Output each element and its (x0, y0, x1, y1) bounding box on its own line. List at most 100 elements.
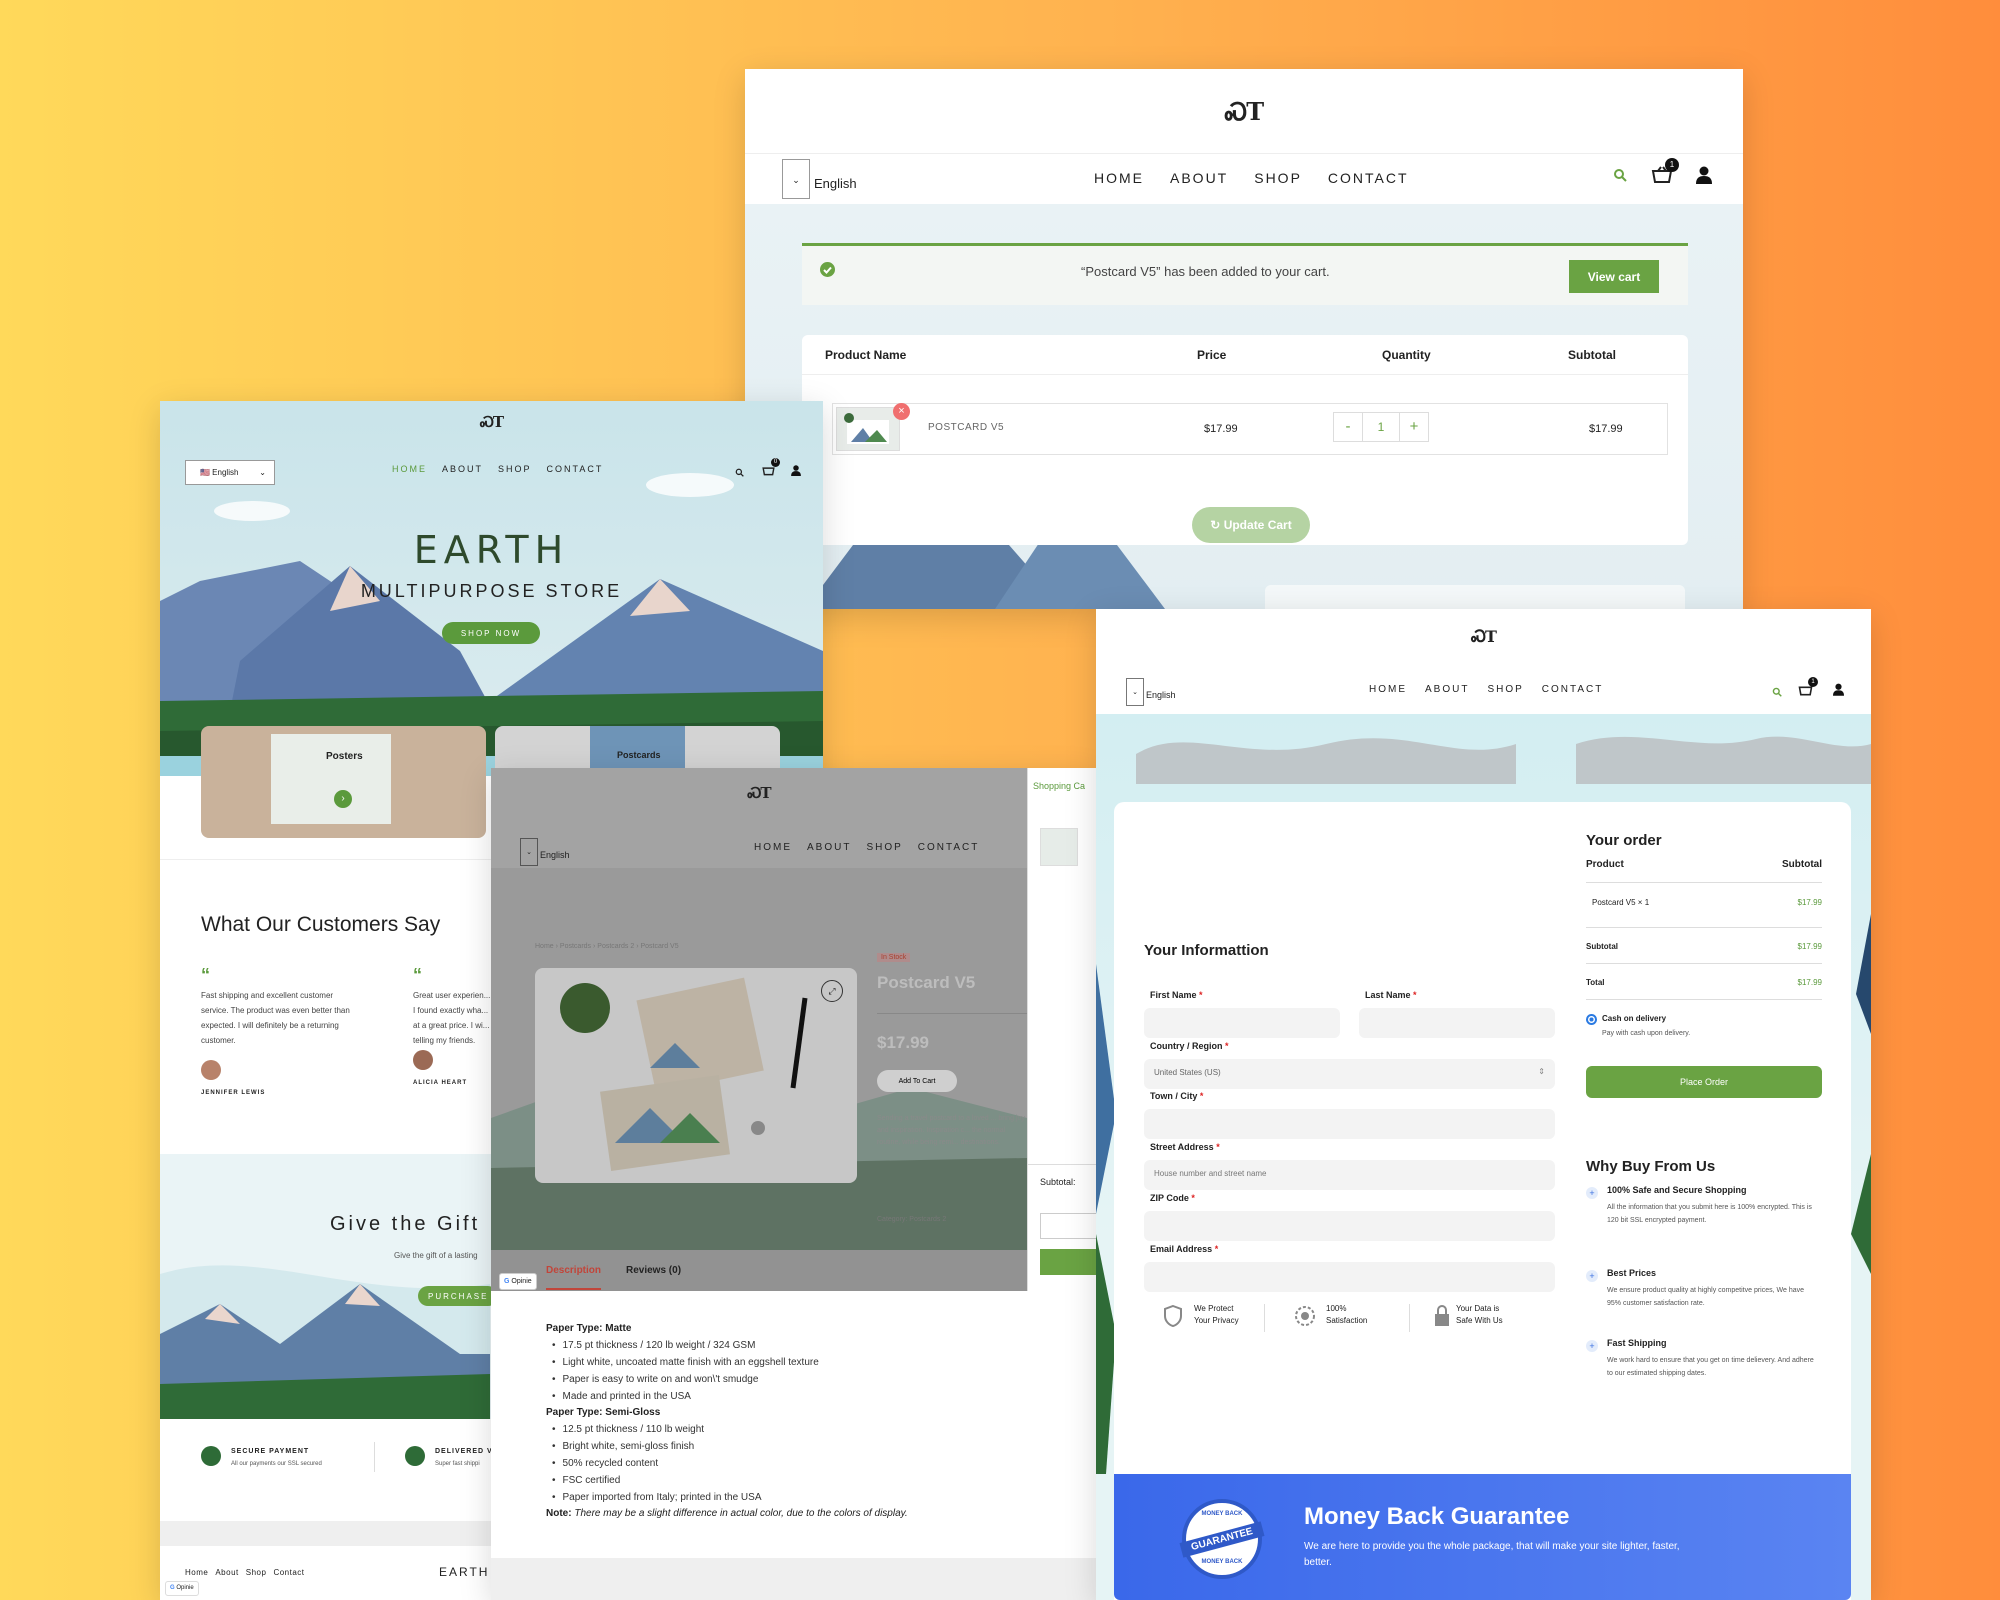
country-select[interactable]: United States (US) ⇕ (1144, 1059, 1555, 1089)
country-label: Country / Region * (1150, 1041, 1229, 1051)
qty-input[interactable]: 1 (1363, 412, 1399, 442)
item-name[interactable]: POSTCARD V5 (928, 422, 1004, 433)
tab-reviews[interactable]: Reviews (0) (626, 1265, 681, 1276)
side-cart-view-button[interactable] (1040, 1213, 1096, 1239)
required-mark: * (1199, 990, 1203, 1000)
nav-about[interactable]: ABOUT (1170, 170, 1228, 186)
last-name-field: Last Name * (1359, 985, 1555, 1038)
zoom-icon[interactable]: ⤢ (821, 980, 843, 1002)
nav-home[interactable]: HOME (1094, 170, 1144, 186)
label-text: Country / Region (1150, 1041, 1223, 1051)
search-icon[interactable] (1772, 684, 1782, 702)
main-nav: HOME ABOUT SHOP CONTACT (754, 842, 979, 853)
nav-shop[interactable]: SHOP (498, 464, 532, 474)
first-name-input[interactable] (1144, 1008, 1340, 1038)
nav-home[interactable]: HOME (392, 464, 427, 474)
cart-totals-card (1265, 585, 1685, 609)
place-order-button[interactable]: Place Order (1586, 1066, 1822, 1098)
nav-contact[interactable]: CONTACT (1328, 170, 1409, 186)
list-item: Paper imported from Italy; printed in th… (552, 1492, 1046, 1503)
logo[interactable]: ᏍT (747, 784, 771, 802)
breadcrumb-home[interactable]: Home (535, 943, 554, 950)
logo[interactable]: ᏍT (1471, 627, 1497, 646)
language-select[interactable]: ⌄ English (1126, 678, 1176, 706)
opinie-badge[interactable]: G Opinie (165, 1581, 199, 1596)
nav-about[interactable]: ABOUT (442, 464, 483, 474)
nav-home[interactable]: HOME (754, 842, 792, 853)
radio-selected[interactable] (1586, 1014, 1597, 1025)
side-cart-thumb[interactable] (1040, 828, 1078, 866)
zip-label: ZIP Code * (1150, 1193, 1195, 1203)
breadcrumb-current: Postcard V5 (640, 943, 679, 950)
opinie-badge[interactable]: G Opinie (499, 1273, 537, 1290)
shop-now-button[interactable]: SHOP NOW (442, 622, 540, 644)
add-to-cart-button[interactable]: Add To Cart (877, 1070, 957, 1092)
nav-contact[interactable]: CONTACT (1542, 684, 1604, 695)
select-arrows-icon: ⇕ (1538, 1067, 1545, 1076)
user-icon[interactable] (1696, 166, 1712, 189)
qty-minus-button[interactable]: - (1333, 412, 1363, 442)
nav-contact[interactable]: CONTACT (918, 842, 980, 853)
breadcrumb-postcards[interactable]: Postcards (560, 943, 591, 950)
side-cart-checkout-button[interactable] (1040, 1249, 1096, 1275)
footer-link-contact[interactable]: Contact (273, 1568, 304, 1577)
nav-shop[interactable]: SHOP (1254, 170, 1302, 186)
user-icon[interactable] (791, 463, 801, 481)
tab-description[interactable]: Description (546, 1265, 602, 1290)
town-field: Town / City * (1144, 1086, 1555, 1139)
badge-label: Opinie (511, 1278, 532, 1285)
nav-home[interactable]: HOME (1369, 684, 1407, 695)
last-name-input[interactable] (1359, 1008, 1555, 1038)
category-card-posters[interactable]: Posters › (201, 726, 486, 838)
nav-shop[interactable]: SHOP (1487, 684, 1523, 695)
nav-shop[interactable]: SHOP (866, 842, 902, 853)
update-cart-button[interactable]: ↻ Update Cart (1192, 507, 1310, 543)
refresh-icon: ↻ (1210, 518, 1221, 532)
arrow-right-icon[interactable]: › (334, 790, 352, 808)
cart-navbar: ⌄ English HOME ABOUT SHOP CONTACT 1 (745, 154, 1743, 206)
last-name-label: Last Name * (1365, 990, 1417, 1000)
order-total-row: Total $17.99 (1586, 964, 1822, 1000)
view-cart-button[interactable]: View cart (1569, 260, 1659, 293)
trust-badges: We Protect Your Privacy 100% Satisfactio… (1144, 1302, 1555, 1342)
testimonials-title: What Our Customers Say (201, 913, 441, 936)
nav-about[interactable]: ABOUT (1425, 684, 1469, 695)
product-thumbnail[interactable] (836, 407, 900, 451)
remove-item-icon[interactable]: × (893, 403, 910, 420)
breadcrumb-postcards-2[interactable]: Postcards 2 (597, 943, 634, 950)
note: Note: There may be a slight difference i… (546, 1508, 1046, 1519)
chevron-down-icon: ⌄ (259, 468, 266, 477)
product-image[interactable]: ⤢ (535, 968, 857, 1183)
search-icon[interactable] (735, 464, 744, 482)
purchase-button[interactable]: PURCHASE (418, 1286, 498, 1306)
logo[interactable]: ᏍT (480, 413, 504, 431)
note-label: Note: (546, 1508, 572, 1519)
language-select[interactable]: ⌄ English (520, 838, 570, 866)
footer-link-shop[interactable]: Shop (246, 1568, 267, 1577)
nav-about[interactable]: ABOUT (807, 842, 851, 853)
payment-cod[interactable]: Cash on delivery Pay with cash upon deli… (1586, 1000, 1822, 1060)
logo[interactable]: ᏍT (1225, 97, 1264, 126)
email-input[interactable] (1144, 1262, 1555, 1292)
feature-text: All our payments our SSL secured (231, 1461, 322, 1467)
footer-link-home[interactable]: Home (185, 1568, 208, 1577)
search-icon[interactable] (1613, 168, 1627, 187)
nav-contact[interactable]: CONTACT (547, 464, 604, 474)
testimonial-text: Fast shipping and excellent customer ser… (201, 991, 350, 1045)
footer-link-about[interactable]: About (215, 1568, 238, 1577)
product-photo (560, 977, 808, 1171)
item-price: $17.99 (1204, 423, 1238, 435)
language-select[interactable]: ⌄ English (782, 159, 857, 199)
gift-title: Give the Gift (330, 1213, 481, 1235)
product-short-desc: Sending a travel postcard to a loved ...… (877, 1115, 1025, 1146)
list-item: Paper is easy to write on and won\'t smu… (552, 1374, 1046, 1385)
language-select[interactable]: 🇺🇸 English ⌄ (185, 460, 275, 485)
town-input[interactable] (1144, 1109, 1555, 1139)
street-label: Street Address * (1150, 1142, 1220, 1152)
avatar (413, 1050, 433, 1070)
qty-plus-button[interactable]: + (1399, 412, 1429, 442)
why-item-title: 100% Safe and Secure Shopping (1607, 1185, 1747, 1195)
street-input[interactable]: House number and street name (1144, 1160, 1555, 1190)
user-icon[interactable] (1833, 683, 1844, 701)
zip-input[interactable] (1144, 1211, 1555, 1241)
